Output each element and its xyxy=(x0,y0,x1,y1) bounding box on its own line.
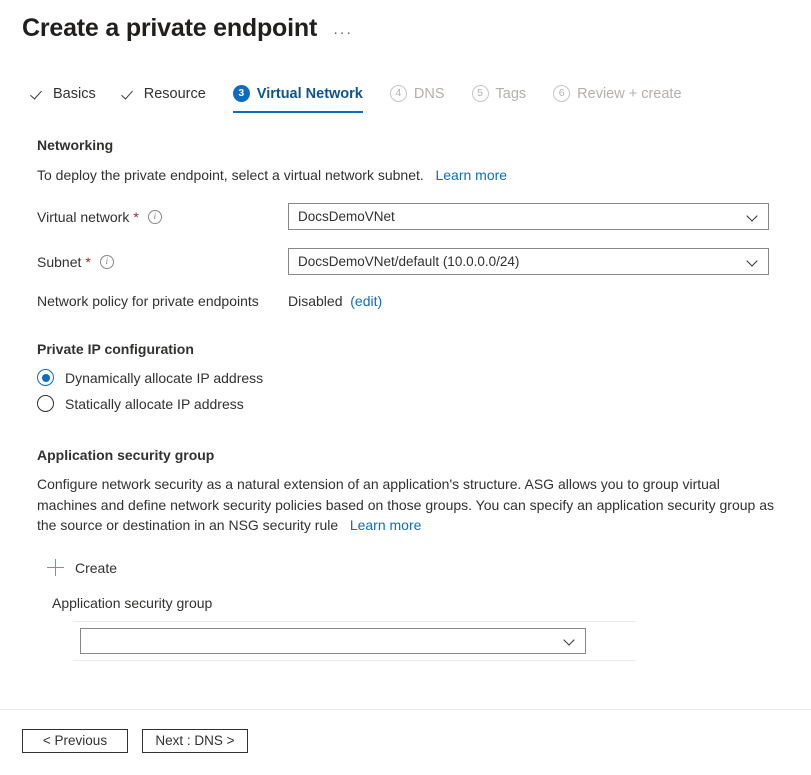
network-policy-value: Disabled xyxy=(288,293,342,309)
private-ip-heading: Private IP configuration xyxy=(37,341,789,357)
chevron-down-icon xyxy=(748,257,758,267)
tab-tags[interactable]: 5 Tags xyxy=(472,85,527,113)
required-asterisk: * xyxy=(133,209,138,225)
asg-select-wrapper xyxy=(80,628,789,654)
asg-description: Configure network security as a natural … xyxy=(37,474,776,535)
tab-basics[interactable]: Basics xyxy=(32,86,96,113)
subnet-select[interactable]: DocsDemoVNet/default (10.0.0.0/24) xyxy=(288,248,769,275)
networking-heading: Networking xyxy=(37,137,789,153)
tab-label: Basics xyxy=(53,86,96,102)
plus-icon xyxy=(47,559,64,576)
tab-label: Tags xyxy=(496,86,527,102)
tab-label: Resource xyxy=(144,86,206,102)
required-asterisk: * xyxy=(85,254,90,270)
virtual-network-value: DocsDemoVNet xyxy=(298,209,748,224)
radio-label: Statically allocate IP address xyxy=(65,396,244,412)
previous-button[interactable]: < Previous xyxy=(22,729,128,753)
step-number-badge: 3 xyxy=(233,85,250,102)
virtual-network-label: Virtual network * i xyxy=(37,209,288,225)
tab-virtual-network[interactable]: 3 Virtual Network xyxy=(233,85,363,113)
subnet-label-text: Subnet xyxy=(37,254,81,270)
radio-dynamic-allocate[interactable]: Dynamically allocate IP address xyxy=(37,369,789,386)
page-header: Create a private endpoint ··· xyxy=(0,0,811,43)
tab-label: DNS xyxy=(414,86,445,102)
asg-divider-top xyxy=(73,621,636,622)
asg-select[interactable] xyxy=(80,628,586,654)
network-policy-label-text: Network policy for private endpoints xyxy=(37,293,259,309)
networking-description-text: To deploy the private endpoint, select a… xyxy=(37,167,424,183)
subnet-label: Subnet * i xyxy=(37,254,288,270)
info-icon[interactable]: i xyxy=(100,255,114,269)
radio-static-allocate[interactable]: Statically allocate IP address xyxy=(37,395,789,412)
virtual-network-select[interactable]: DocsDemoVNet xyxy=(288,203,769,230)
asg-heading: Application security group xyxy=(37,447,789,463)
radio-label: Dynamically allocate IP address xyxy=(65,370,263,386)
tab-resource[interactable]: Resource xyxy=(123,86,206,113)
networking-description: To deploy the private endpoint, select a… xyxy=(37,165,789,185)
network-policy-edit-link[interactable]: (edit) xyxy=(350,293,382,309)
create-asg-label: Create xyxy=(75,560,117,576)
radio-button-unselected[interactable] xyxy=(37,395,54,412)
subnet-row: Subnet * i DocsDemoVNet/default (10.0.0.… xyxy=(37,248,789,275)
wizard-tabs: Basics Resource 3 Virtual Network 4 DNS … xyxy=(0,81,811,113)
step-number-badge: 5 xyxy=(472,85,489,102)
step-number-badge: 4 xyxy=(390,85,407,102)
footer-divider xyxy=(0,709,811,710)
create-asg-button[interactable]: Create xyxy=(47,559,117,576)
asg-learn-more-link[interactable]: Learn more xyxy=(350,517,422,533)
network-policy-value-group: Disabled (edit) xyxy=(288,293,382,309)
more-options-icon[interactable]: ··· xyxy=(333,25,353,40)
network-policy-label: Network policy for private endpoints xyxy=(37,293,288,309)
check-icon xyxy=(32,87,46,101)
tab-dns[interactable]: 4 DNS xyxy=(390,85,445,113)
chevron-down-icon xyxy=(748,212,758,222)
network-policy-row: Network policy for private endpoints Dis… xyxy=(37,293,789,309)
check-icon xyxy=(123,87,137,101)
tab-label: Review + create xyxy=(577,86,681,102)
tab-label: Virtual Network xyxy=(257,86,363,102)
virtual-network-label-text: Virtual network xyxy=(37,209,129,225)
virtual-network-row: Virtual network * i DocsDemoVNet xyxy=(37,203,789,230)
info-icon[interactable]: i xyxy=(148,210,162,224)
main-content: Networking To deploy the private endpoin… xyxy=(0,137,811,661)
subnet-value: DocsDemoVNet/default (10.0.0.0/24) xyxy=(298,254,748,269)
asg-field-label: Application security group xyxy=(52,595,789,611)
networking-learn-more-link[interactable]: Learn more xyxy=(435,167,507,183)
radio-button-selected[interactable] xyxy=(37,369,54,386)
asg-divider-bottom xyxy=(73,660,636,661)
page-title: Create a private endpoint xyxy=(22,13,317,43)
wizard-footer: < Previous Next : DNS > xyxy=(22,729,248,753)
next-dns-button[interactable]: Next : DNS > xyxy=(142,729,248,753)
chevron-down-icon xyxy=(565,636,575,646)
tab-review-create[interactable]: 6 Review + create xyxy=(553,85,681,113)
step-number-badge: 6 xyxy=(553,85,570,102)
